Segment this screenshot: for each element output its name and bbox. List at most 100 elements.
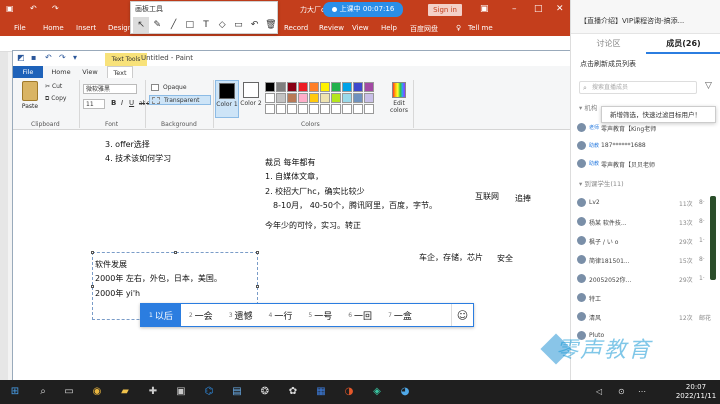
chrome-icon[interactable]: ◉ xyxy=(90,385,104,399)
opaque-option[interactable]: Opaque xyxy=(149,83,211,93)
save-icon[interactable]: ▪ xyxy=(31,53,36,62)
ime-candidate-6[interactable]: 6 一回 xyxy=(340,304,380,326)
ppt-tab-view[interactable]: View xyxy=(352,24,369,32)
color-swatch[interactable] xyxy=(342,93,352,103)
ime-candidate-3[interactable]: 3 遗憾 xyxy=(221,304,261,326)
line-icon[interactable]: ╱ xyxy=(165,17,181,33)
paint-tab-view[interactable]: View xyxy=(77,66,103,78)
color-swatch[interactable] xyxy=(331,82,341,92)
color-swatch[interactable] xyxy=(320,104,330,114)
color-swatch[interactable] xyxy=(276,104,286,114)
cut-button[interactable]: ✂ Cut xyxy=(45,83,62,90)
app-icon[interactable]: ▤ xyxy=(230,385,244,399)
folder-icon[interactable]: ▰ xyxy=(118,385,132,399)
color-swatch[interactable] xyxy=(287,93,297,103)
color-swatch[interactable] xyxy=(287,104,297,114)
ppt-tab-baidu[interactable]: 百度网盘 xyxy=(410,24,438,34)
color-swatch[interactable] xyxy=(265,82,275,92)
color-swatch[interactable] xyxy=(309,93,319,103)
list-item[interactable]: 清风 12次 邮花 xyxy=(577,311,717,323)
color-swatch[interactable] xyxy=(320,82,330,92)
ppt-tab-tellme[interactable]: Tell me xyxy=(468,24,493,32)
list-item[interactable]: Lv2 11次 8· xyxy=(577,197,717,209)
bold-button[interactable]: B xyxy=(111,99,116,107)
windows-start-icon[interactable]: ⊞ xyxy=(8,385,22,399)
list-item[interactable]: 助教 187******1688 xyxy=(577,140,717,152)
ppt-tab-design[interactable]: Design xyxy=(108,24,132,32)
minimize-icon[interactable]: – xyxy=(512,4,517,14)
color-swatch[interactable] xyxy=(364,82,374,92)
transparent-option[interactable]: Transparent xyxy=(149,95,211,105)
undo-icon[interactable]: ↶ xyxy=(45,53,52,62)
paint-tab-home[interactable]: Home xyxy=(47,66,75,78)
app-icon[interactable]: ✚ xyxy=(146,385,160,399)
paint-tab-text[interactable]: Text xyxy=(107,66,133,78)
underline-button[interactable]: U xyxy=(129,99,134,107)
section-org[interactable]: ▾ 机构 xyxy=(579,102,597,112)
font-family-select[interactable]: 微软雅黑 xyxy=(83,84,137,94)
autosave-icon[interactable]: ▣ xyxy=(6,4,14,13)
screen-icon[interactable]: ▭ xyxy=(230,17,246,33)
app-icon[interactable]: ▣ xyxy=(174,385,188,399)
undo-icon[interactable]: ↶ xyxy=(30,4,37,13)
ppt-tab-record[interactable]: Record xyxy=(284,24,308,32)
rectangle-icon[interactable]: □ xyxy=(182,17,198,33)
color-swatch[interactable] xyxy=(309,82,319,92)
color-swatch[interactable] xyxy=(353,104,363,114)
powerpoint-icon[interactable]: ◑ xyxy=(342,385,356,399)
color-swatch[interactable] xyxy=(276,93,286,103)
taskbar-clock[interactable]: 20:07 2022/11/11 xyxy=(674,383,718,401)
filter-icon[interactable]: ▽ xyxy=(705,81,712,91)
resize-handle[interactable] xyxy=(91,285,94,288)
pen-icon[interactable]: ✎ xyxy=(149,17,165,33)
ime-candidate-4[interactable]: 4 一行 xyxy=(261,304,301,326)
ime-candidate-7[interactable]: 7 一盒 xyxy=(380,304,420,326)
color-swatch[interactable] xyxy=(265,104,275,114)
volume-icon[interactable]: ◁ xyxy=(596,387,602,396)
close-icon[interactable]: ✕ xyxy=(556,4,564,14)
color-swatch[interactable] xyxy=(276,82,286,92)
app-icon[interactable]: ✿ xyxy=(286,385,300,399)
paint-icon[interactable]: ◕ xyxy=(398,385,412,399)
color-swatch[interactable] xyxy=(331,93,341,103)
color-swatch[interactable] xyxy=(298,93,308,103)
pointer-icon[interactable]: ↖ xyxy=(133,17,150,33)
member-scrollbar[interactable] xyxy=(710,196,716,280)
resize-handle[interactable] xyxy=(256,285,259,288)
color-swatch[interactable] xyxy=(331,104,341,114)
app-icon[interactable]: ▦ xyxy=(314,385,328,399)
search-icon[interactable]: ⌕ xyxy=(36,385,50,399)
color-swatch[interactable] xyxy=(287,82,297,92)
tab-discussion[interactable]: 讨论区 xyxy=(571,34,646,54)
paint-tab-file[interactable]: File xyxy=(13,66,43,78)
refresh-members-link[interactable]: 点击刷新成员列表 xyxy=(580,59,636,69)
color-swatch[interactable] xyxy=(364,104,374,114)
list-item[interactable]: 20052052你... 29次 1· xyxy=(577,273,717,285)
task-view-icon[interactable]: ▭ xyxy=(62,385,76,399)
trash-icon[interactable]: 🗑 xyxy=(263,17,279,33)
app-icon[interactable]: ◈ xyxy=(370,385,384,399)
maximize-icon[interactable]: □ xyxy=(534,4,543,14)
list-item[interactable]: 特工 xyxy=(577,292,717,304)
color-swatch[interactable] xyxy=(364,93,374,103)
list-item[interactable]: 枫子 / い o 29次 1· xyxy=(577,235,717,247)
eraser-icon[interactable]: ◇ xyxy=(214,17,230,33)
edit-colors-button[interactable]: Edit colors xyxy=(389,82,409,114)
ribbon-display-icon[interactable]: ▣ xyxy=(480,4,489,14)
color2-button[interactable]: Color 2 xyxy=(239,80,263,118)
vscode-icon[interactable]: ⌬ xyxy=(202,385,216,399)
color-swatch[interactable] xyxy=(298,82,308,92)
ppt-tab-file[interactable]: File xyxy=(14,24,26,32)
sign-in-button[interactable]: Sign in xyxy=(428,4,462,16)
redo-icon[interactable]: ↷ xyxy=(59,53,66,62)
copy-button[interactable]: ⧉ Copy xyxy=(45,95,66,103)
ime-candidate-1[interactable]: 1 以后 xyxy=(141,304,181,326)
network-icon[interactable]: ⋯ xyxy=(638,387,646,396)
ppt-tab-insert[interactable]: Insert xyxy=(76,24,96,32)
section-students[interactable]: ▾ 到课学生(11) xyxy=(579,178,624,188)
ime-candidate-5[interactable]: 5 一号 xyxy=(300,304,340,326)
location-icon[interactable]: ⊙ xyxy=(618,387,625,396)
color-swatch[interactable] xyxy=(309,104,319,114)
resize-handle[interactable] xyxy=(91,251,94,254)
resize-handle[interactable] xyxy=(256,251,259,254)
